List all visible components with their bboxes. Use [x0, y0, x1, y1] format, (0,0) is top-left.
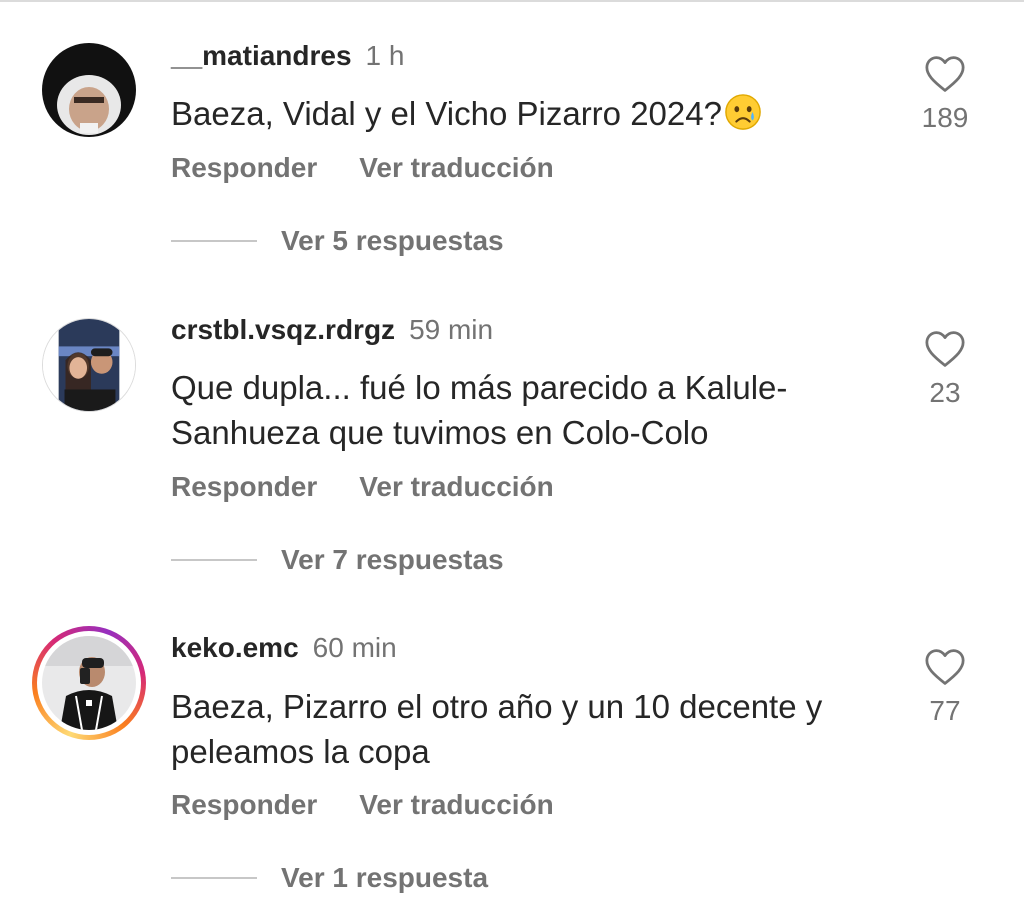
view-replies-label: Ver 5 respuestas: [281, 225, 504, 256]
translate-button[interactable]: Ver traducción: [359, 152, 554, 183]
like-control: 77: [915, 648, 975, 728]
story-ring[interactable]: [32, 626, 146, 740]
timestamp: 60 min: [312, 632, 397, 663]
comment-actions: Responder Ver traducción: [171, 788, 554, 822]
username[interactable]: crstbl.vsqz.rdrgz: [171, 314, 395, 345]
comment-meta: keko.emc 60 min: [171, 631, 397, 665]
avatar[interactable]: [42, 636, 136, 730]
view-replies-button[interactable]: Ver 1 respuesta: [171, 861, 488, 895]
like-control: 189: [915, 55, 975, 135]
avatar[interactable]: [42, 318, 136, 412]
like-count: 23: [929, 377, 961, 408]
avatar[interactable]: [42, 43, 136, 137]
like-control: 23: [915, 330, 975, 410]
comment-meta: crstbl.vsqz.rdrgz 59 min: [171, 313, 493, 347]
like-count: 189: [921, 102, 969, 133]
replies-divider: [171, 559, 257, 561]
view-replies-label: Ver 1 respuesta: [281, 862, 489, 893]
view-replies-label: Ver 7 respuestas: [281, 544, 504, 575]
avatar-photo: [43, 319, 135, 411]
timestamp: 59 min: [409, 314, 494, 345]
username[interactable]: __matiandres: [171, 40, 352, 71]
comment-text-content: Baeza, Vidal y el Vicho Pizarro 2024?: [171, 95, 722, 132]
heart-outline-icon[interactable]: [924, 55, 966, 93]
view-replies-button[interactable]: Ver 5 respuestas: [171, 224, 504, 258]
translate-button[interactable]: Ver traducción: [359, 789, 554, 820]
comment-actions: Responder Ver traducción: [171, 470, 554, 504]
comment-meta: __matiandres 1 h: [171, 39, 404, 73]
username[interactable]: keko.emc: [171, 632, 299, 663]
timestamp: 1 h: [365, 40, 405, 71]
replies-divider: [171, 877, 257, 879]
like-count: 77: [929, 695, 961, 726]
reply-button[interactable]: Responder: [171, 789, 317, 820]
avatar-photo: [42, 43, 136, 137]
heart-outline-icon[interactable]: [924, 648, 966, 686]
reply-button[interactable]: Responder: [171, 152, 317, 183]
view-replies-button[interactable]: Ver 7 respuestas: [171, 543, 504, 577]
heart-outline-icon[interactable]: [924, 330, 966, 368]
replies-divider: [171, 240, 257, 242]
avatar-photo: [42, 636, 136, 730]
translate-button[interactable]: Ver traducción: [359, 471, 554, 502]
reply-button[interactable]: Responder: [171, 471, 317, 502]
comment-actions: Responder Ver traducción: [171, 151, 554, 185]
crying-face-icon: [725, 94, 761, 130]
top-divider: [0, 0, 1024, 2]
comment-text: Baeza, Vidal y el Vicho Pizarro 2024?: [171, 91, 901, 136]
comment-text: Que dupla... fué lo más parecido a Kalul…: [171, 369, 788, 451]
comment-text: Baeza, Pizarro el otro año y un 10 decen…: [171, 688, 823, 770]
